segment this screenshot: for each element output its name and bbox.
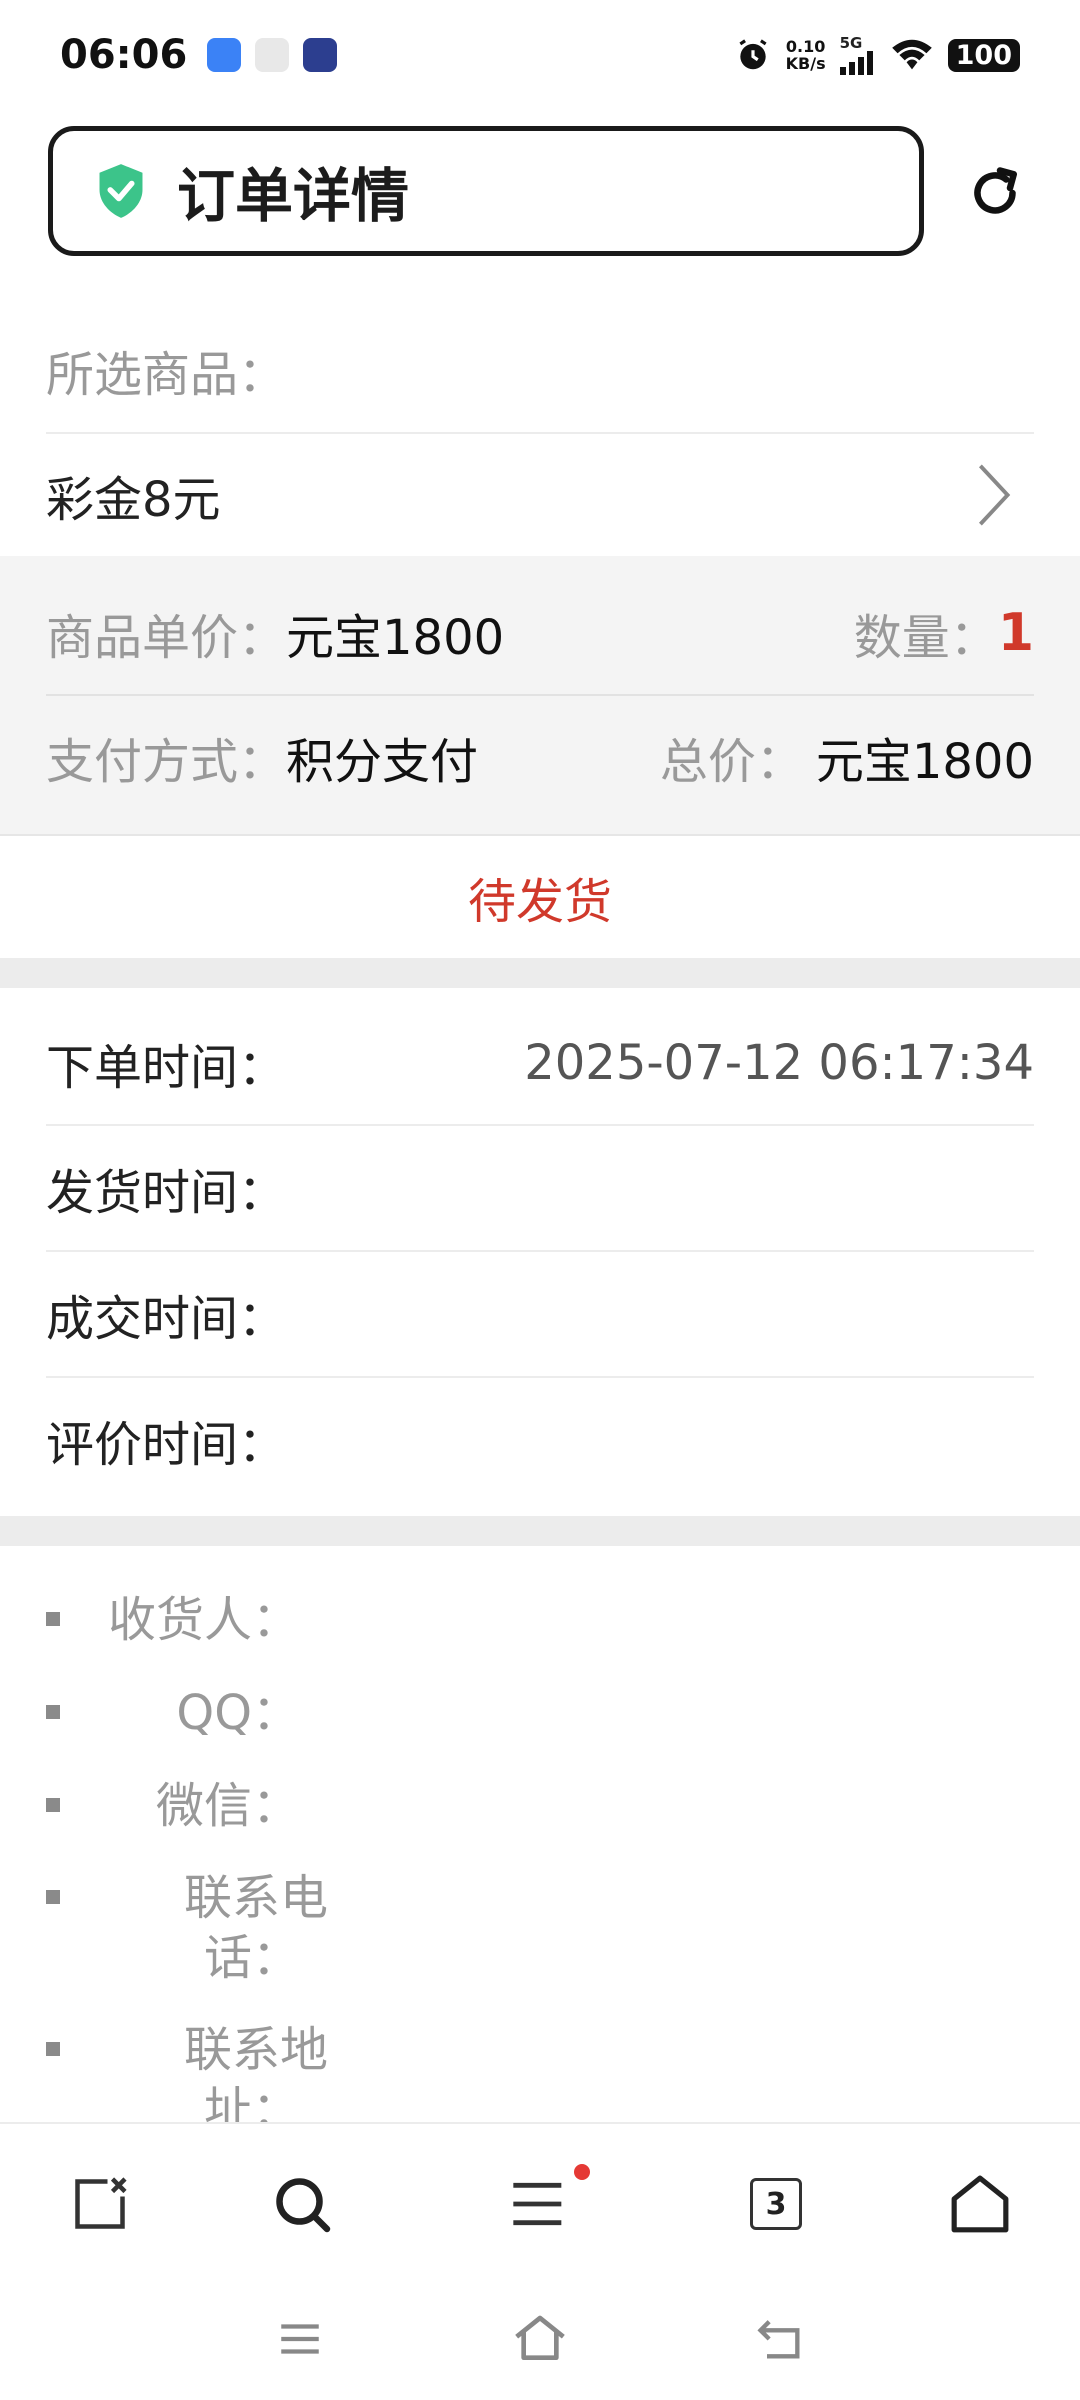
total-label: 总价：: [659, 734, 804, 790]
home-button[interactable]: [940, 2164, 1020, 2244]
total-value: 元宝1800: [815, 734, 1034, 790]
tabs-button[interactable]: 3: [736, 2164, 816, 2244]
system-back-button[interactable]: [745, 2304, 815, 2374]
battery-indicator: 100: [947, 38, 1020, 72]
cell-signal: 5G: [839, 33, 876, 75]
product-item-row[interactable]: 彩金8元: [0, 434, 1080, 556]
section-gap: [0, 958, 1080, 988]
product-name: 彩金8元: [46, 472, 221, 528]
qq-label: QQ：: [176, 1685, 300, 1741]
bullet: [46, 2042, 60, 2056]
product-section-row: 所选商品：: [0, 310, 1080, 430]
system-home-icon: [515, 2315, 565, 2360]
status-right: 0.10 KB/s 5G 100: [734, 33, 1020, 75]
wechat-label: 微信：: [155, 1778, 300, 1834]
order-time-value: 2025-07-12 06:17:34: [524, 1035, 1034, 1091]
signal-icon: [839, 50, 873, 75]
system-menu-icon: [281, 2324, 319, 2354]
home-icon: [951, 2175, 1009, 2233]
page-header: 订单详情: [48, 126, 924, 256]
close-page-icon: [75, 2177, 127, 2229]
unit-price-value: 元宝1800: [286, 610, 505, 666]
system-menu-button[interactable]: [265, 2304, 335, 2374]
address-label-line2: 址：: [203, 2082, 300, 2122]
page-title: 订单详情: [177, 162, 410, 230]
deal-time-label: 成交时间：: [46, 1291, 287, 1347]
section-gap: [0, 1516, 1080, 1546]
search-icon: [276, 2178, 331, 2233]
search-button[interactable]: [262, 2164, 342, 2244]
deal-time-row: 成交时间：: [0, 1252, 1080, 1376]
quantity-label: 数量：: [853, 610, 998, 666]
order-status-text: 待发货: [467, 874, 612, 930]
alarm-icon: [739, 39, 767, 70]
news-app-icon: [303, 38, 338, 72]
payment-value: 积分支付: [286, 734, 479, 790]
wifi-icon: [891, 39, 932, 70]
quantity-value: 1: [997, 603, 1034, 663]
unit-price-row: 商品单价： 元宝1800 数量： 1: [0, 572, 1080, 694]
browser-bottom-nav: 3: [0, 2122, 1080, 2279]
review-time-row: 评价时间：: [0, 1378, 1080, 1502]
order-status-row: 待发货: [0, 836, 1080, 958]
product-section-label: 所选商品：: [46, 347, 287, 403]
notification-dot: [574, 2164, 590, 2180]
bullet: [46, 1612, 60, 1626]
status-left: 06:06: [60, 32, 338, 78]
bullet: [46, 1705, 60, 1719]
receiver-name-label: 收货人：: [107, 1592, 300, 1648]
address-label-line1: 联系地: [183, 2022, 328, 2078]
status-time: 06:06: [60, 32, 188, 78]
status-bar: 06:06 0.10 KB/s 5G 100: [0, 0, 1080, 110]
payment-row: 支付方式： 积分支付 总价： 元宝1800: [0, 696, 1080, 818]
unit-price-label: 商品单价：: [46, 610, 287, 666]
address-label-line2-clip: 址：: [100, 2080, 300, 2122]
system-home-button[interactable]: [505, 2304, 575, 2374]
net-speed-unit: KB/s: [785, 54, 826, 73]
blue-app-icon: [207, 38, 242, 72]
chevron-right-icon: [978, 464, 1011, 526]
payment-label: 支付方式：: [46, 734, 287, 790]
bullet: [46, 1890, 60, 1904]
refresh-icon: [974, 167, 1017, 214]
ship-time-row: 发货时间：: [0, 1126, 1080, 1250]
order-time-label: 下单时间：: [46, 1040, 287, 1096]
menu-button[interactable]: [500, 2164, 590, 2244]
menu-icon: [513, 2182, 562, 2226]
phone-label-line1: 联系电: [183, 1870, 328, 1926]
back-icon: [757, 2320, 800, 2359]
network-type: 5G: [839, 33, 863, 52]
info-app-icon: [255, 38, 290, 72]
net-speed: 0.10 KB/s: [786, 38, 826, 72]
system-nav-bar: [0, 2280, 1080, 2400]
bullet: [46, 1798, 60, 1812]
shield-check-icon: [99, 164, 143, 218]
review-time-label: 评价时间：: [46, 1417, 287, 1473]
tab-count: 3: [765, 2186, 787, 2222]
phone-label-line2: 话：: [203, 1930, 300, 1986]
close-page-button[interactable]: [60, 2164, 140, 2244]
order-time-row: 下单时间： 2025-07-12 06:17:34: [0, 1002, 1080, 1124]
tabs-icon: 3: [750, 2178, 802, 2230]
net-speed-value: 0.10: [785, 37, 826, 56]
refresh-button[interactable]: [960, 158, 1030, 228]
ship-time-label: 发货时间：: [46, 1165, 287, 1221]
